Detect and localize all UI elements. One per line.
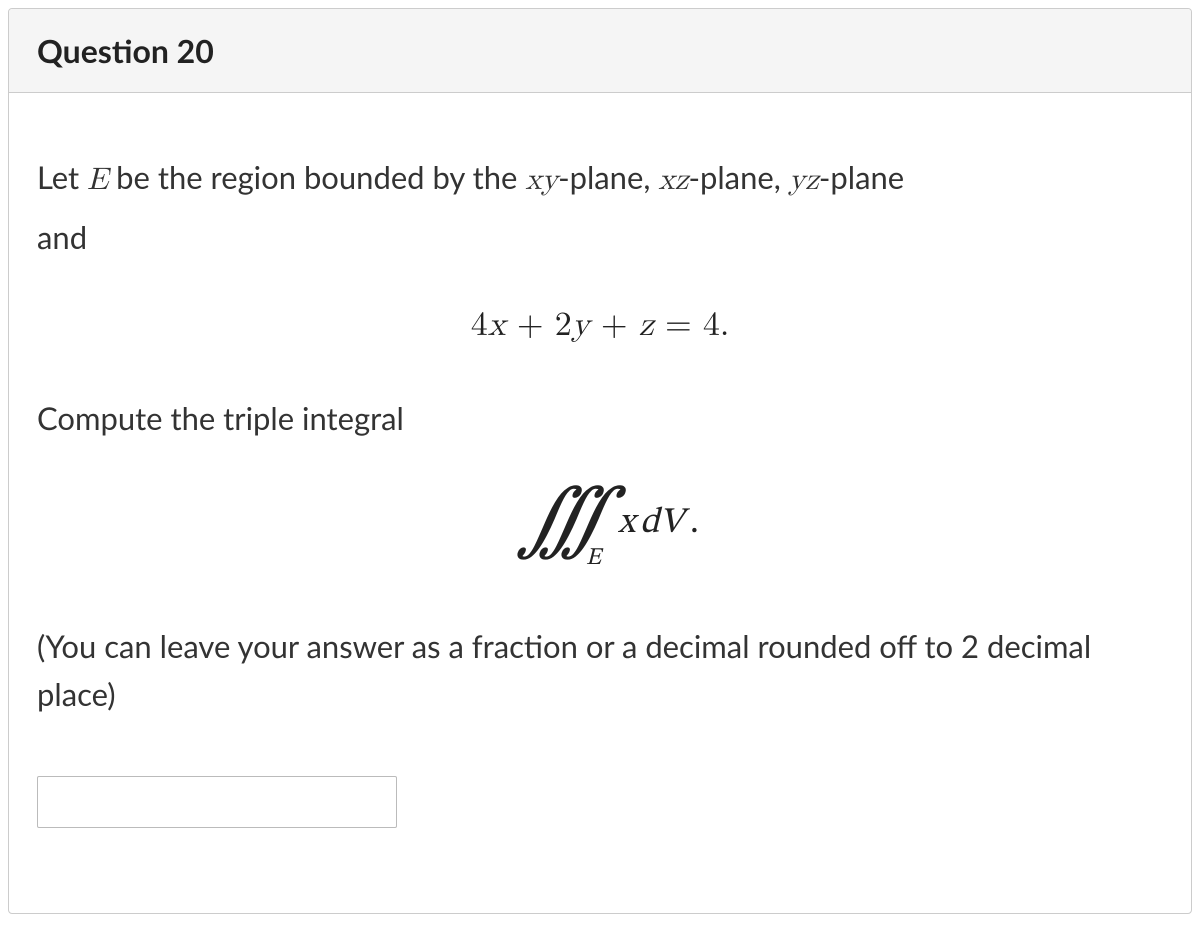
question-title: Question 20	[37, 31, 1163, 70]
question-intro-line2: and	[37, 213, 1163, 261]
svg-text:.: .	[690, 505, 699, 541]
svg-text:dV: dV	[640, 505, 690, 541]
plane2-suffix: -plane,	[688, 158, 788, 196]
answer-note: (You can leave your answer as a fraction…	[37, 622, 1163, 718]
question-container: Question 20 Let E be the region bounded …	[8, 8, 1192, 914]
plane-xz: xz	[658, 165, 688, 196]
question-body: Let E be the region bounded by the xy-pl…	[9, 93, 1191, 913]
answer-input[interactable]	[37, 776, 397, 828]
intro-mid1: be the region bounded by the	[108, 158, 525, 196]
plane-equation: 4x + 2y + z = 4.	[37, 305, 1163, 346]
plane3-suffix: -plane	[819, 158, 904, 196]
triple-integral: ∫ ∫ ∫ E x dV .	[37, 472, 1163, 572]
question-intro-line1: Let E be the region bounded by the xy-pl…	[37, 153, 1163, 205]
plane1-suffix: -plane,	[558, 158, 658, 196]
svg-text:x: x	[617, 505, 639, 541]
question-header: Question 20	[9, 9, 1191, 93]
plane-xy: xy	[525, 165, 558, 196]
integral-icon: ∫ ∫ ∫ E x dV .	[490, 472, 710, 572]
intro-prefix: Let	[37, 158, 87, 196]
compute-text: Compute the triple integral	[37, 394, 1163, 442]
plane-yz: yz	[789, 165, 819, 196]
region-E: E	[87, 165, 108, 196]
